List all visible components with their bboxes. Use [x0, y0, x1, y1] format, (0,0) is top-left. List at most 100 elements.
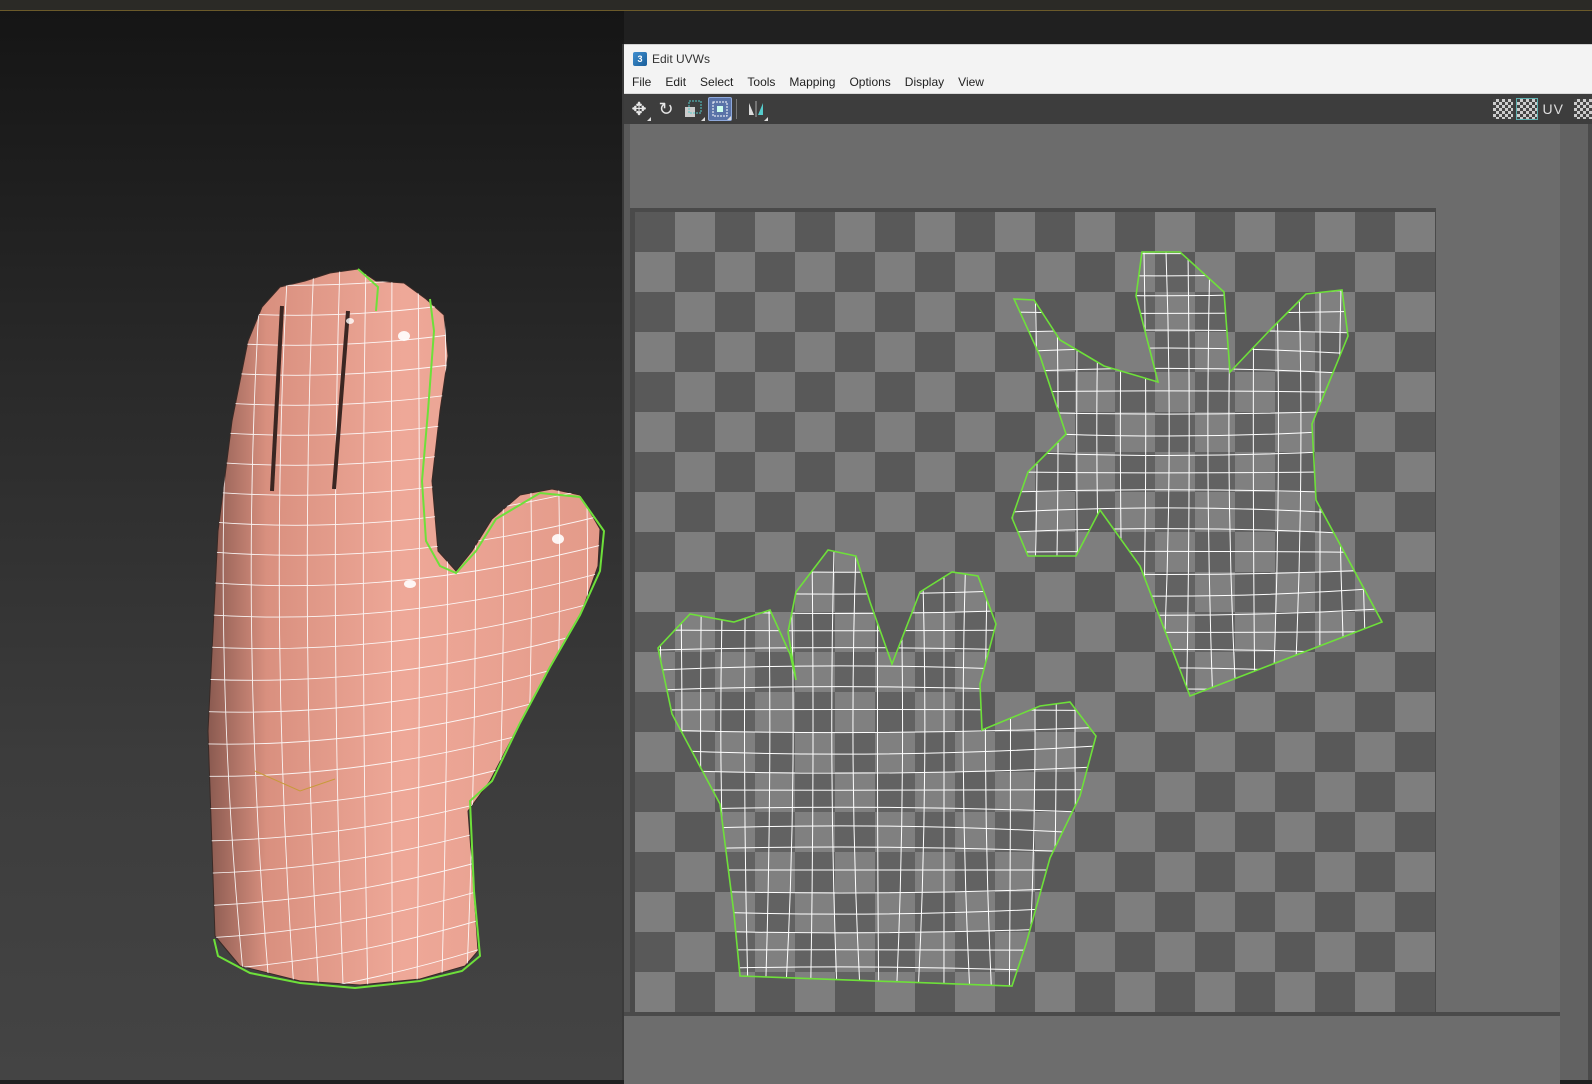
checker-cell — [1075, 812, 1115, 852]
checker-cell — [635, 572, 675, 612]
menu-options[interactable]: Options — [842, 75, 897, 89]
checker-cell — [1315, 852, 1355, 892]
checker-cell — [955, 332, 995, 372]
checker-cell — [675, 972, 715, 1012]
checker-cell — [635, 332, 675, 372]
checker-cell — [1115, 972, 1155, 1012]
checker-texture-icon[interactable] — [1515, 98, 1538, 120]
menu-display[interactable]: Display — [898, 75, 951, 89]
checker-cell — [795, 372, 835, 412]
checker-cell — [1115, 692, 1155, 732]
checker-cell — [1395, 372, 1435, 412]
menu-tools[interactable]: Tools — [740, 75, 782, 89]
checker-cell — [1075, 852, 1115, 892]
checker-cell — [1395, 612, 1435, 652]
menu-edit[interactable]: Edit — [658, 75, 693, 89]
checker-cell — [1395, 652, 1435, 692]
checker-cell — [635, 372, 675, 412]
checker-cell — [1355, 492, 1395, 532]
checker-cell — [995, 212, 1035, 252]
checker-cell — [1235, 932, 1275, 972]
checker-cell — [675, 332, 715, 372]
uv-mode-label[interactable]: UV — [1543, 101, 1564, 117]
checker-cell — [715, 332, 755, 372]
checker-cell — [635, 452, 675, 492]
checker-cell — [1395, 572, 1435, 612]
checker-cell — [1315, 452, 1355, 492]
checker-cell — [755, 452, 795, 492]
texture-settings-icon[interactable] — [1574, 99, 1592, 119]
checker-cell — [835, 292, 875, 332]
uv-editor-canvas[interactable] — [630, 124, 1560, 1012]
checker-cell — [795, 492, 835, 532]
checker-cell — [1275, 812, 1315, 852]
checker-cell — [1035, 612, 1075, 652]
menu-file[interactable]: File — [624, 75, 658, 89]
checker-cell — [1075, 212, 1115, 252]
checker-cell — [1195, 772, 1235, 812]
checker-cell — [1395, 212, 1435, 252]
checker-cell — [1115, 612, 1155, 652]
checker-cell — [635, 532, 675, 572]
uv-toolbar: ✥ ↻ UV — [624, 94, 1592, 124]
checker-cell — [1195, 212, 1235, 252]
checker-cell — [1035, 972, 1075, 1012]
checker-cell — [1195, 972, 1235, 1012]
checker-cell — [1075, 572, 1115, 612]
checker-cell — [1195, 692, 1235, 732]
checker-cell — [1355, 332, 1395, 372]
checker-cell — [1235, 772, 1275, 812]
checker-cell — [955, 372, 995, 412]
checker-cell — [1395, 852, 1435, 892]
scale-icon[interactable] — [681, 97, 705, 121]
checker-cell — [995, 572, 1035, 612]
checker-cell — [1035, 652, 1075, 692]
checker-cell — [1075, 252, 1115, 292]
checker-cell — [1395, 412, 1435, 452]
3d-viewport[interactable] — [0, 11, 624, 1080]
checker-cell — [715, 572, 755, 612]
checker-cell — [1315, 812, 1355, 852]
checker-cell — [1275, 212, 1315, 252]
edit-uvws-window[interactable]: 3 Edit UVWs File Edit Select Tools Mappi… — [622, 44, 1592, 1084]
menu-select[interactable]: Select — [693, 75, 740, 89]
checker-cell — [1235, 892, 1275, 932]
menu-mapping[interactable]: Mapping — [782, 75, 842, 89]
rotate-icon[interactable]: ↻ — [654, 97, 678, 121]
checker-cell — [875, 452, 915, 492]
hand-mesh[interactable] — [0, 11, 624, 1080]
checker-cell — [1315, 652, 1355, 692]
checker-cell — [1035, 252, 1075, 292]
menu-view[interactable]: View — [951, 75, 991, 89]
checker-cell — [1075, 892, 1115, 932]
checker-cell — [1315, 732, 1355, 772]
checker-cell — [1115, 852, 1155, 892]
checker-cell — [675, 372, 715, 412]
checker-cell — [1355, 892, 1395, 932]
toolbar-separator — [736, 99, 737, 119]
window-titlebar[interactable]: 3 Edit UVWs — [624, 44, 1592, 72]
checker-cell — [675, 932, 715, 972]
checker-cell — [1115, 772, 1155, 812]
checker-cell — [835, 252, 875, 292]
mirror-icon[interactable] — [744, 97, 768, 121]
checker-cell — [875, 412, 915, 452]
checker-cell — [995, 652, 1035, 692]
checker-cell — [715, 372, 755, 412]
checker-cell — [875, 372, 915, 412]
checker-cell — [675, 892, 715, 932]
checker-cell — [995, 252, 1035, 292]
checker-cell — [715, 292, 755, 332]
checker-cell — [875, 212, 915, 252]
checker-cell — [755, 372, 795, 412]
checker-pattern-icon[interactable] — [1492, 99, 1513, 119]
checker-cell — [1155, 732, 1195, 772]
checker-cell — [1075, 612, 1115, 652]
checker-cell — [635, 292, 675, 332]
freeform-icon[interactable] — [708, 97, 732, 121]
highlight-3 — [552, 534, 564, 544]
window-title: Edit UVWs — [652, 51, 711, 66]
move-icon[interactable]: ✥ — [627, 97, 651, 121]
checker-cell — [1315, 772, 1355, 812]
menu-bar: File Edit Select Tools Mapping Options D… — [624, 71, 1592, 94]
